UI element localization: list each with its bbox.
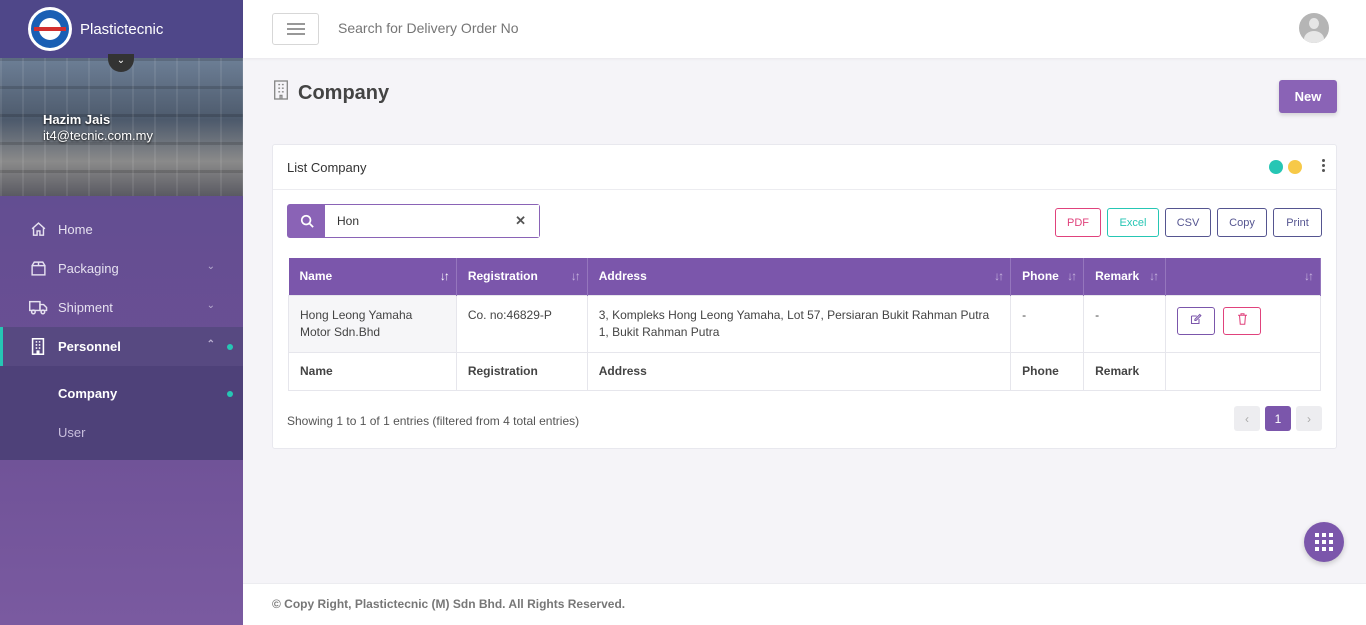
chevron-down-icon[interactable]: ⌄ [108,54,134,72]
next-page-button[interactable]: › [1296,406,1322,431]
building-icon [272,80,290,106]
building-icon [28,337,48,357]
table-search-input[interactable] [325,205,539,237]
chevron-down-icon: ⌄ [206,300,215,311]
brand-logo [28,7,72,51]
brand[interactable]: Plastictecnic [0,0,243,58]
profile-email: it4@tecnic.com.my [43,128,153,143]
hamburger-icon [286,23,305,35]
refresh-circle-button[interactable] [1269,160,1283,174]
table-search: ✕ [287,204,540,238]
column-header-actions[interactable]: ↓↑ [1165,258,1321,295]
card-title: List Company [287,160,367,175]
page-title: Company [272,80,389,106]
chevron-down-icon: ⌄ [206,261,215,272]
profile-name: Hazim Jais [43,112,111,127]
sidebar-menu: Home Packaging ⌄ Shipment ⌄ Personnel ⌃ [0,196,243,460]
personnel-submenu: Company User [0,366,243,460]
cell-registration: Co. no:46829-P [455,294,588,353]
card-header: List Company [273,145,1336,190]
cell-phone: - [1010,294,1085,353]
prev-page-button[interactable]: ‹ [1234,406,1260,431]
cell-address: 3, Kompleks Hong Leong Yamaha, Lot 57, P… [586,294,1012,353]
delete-button[interactable] [1223,306,1262,335]
column-header-registration[interactable]: Registration ↓↑ [456,258,588,295]
column-header-remark[interactable]: Remark ↓↑ [1083,258,1167,295]
sidebar-item-label: Shipment [58,300,113,315]
sidebar-item-shipment[interactable]: Shipment ⌄ [0,288,243,327]
active-indicator [227,343,233,350]
sidebar-subitem-label: Company [58,386,118,401]
active-indicator [227,390,233,397]
table-footer-row: Name Registration Address Phone Remark [288,351,1321,391]
sort-icon: ↓↑ [1304,269,1314,283]
collapse-circle-button[interactable] [1288,160,1302,174]
clear-icon[interactable]: ✕ [515,213,526,229]
cell-remark: - [1083,294,1167,353]
sidebar-item-label: Personnel [58,339,121,354]
sidebar-item-label: Packaging [58,261,119,276]
footer-actions [1165,351,1321,391]
sidebar-subitem-label: User [58,425,86,440]
export-buttons: PDF Excel CSV Copy Print [1055,208,1322,237]
sidebar-item-label: Home [58,222,93,237]
delivery-order-search-input[interactable] [338,20,658,36]
footer: © Copy Right, Plastictecnic (M) Sdn Bhd.… [243,583,1366,625]
sidebar-item-home[interactable]: Home [0,210,243,249]
new-button[interactable]: New [1279,80,1337,113]
edit-icon [1191,313,1202,324]
sort-icon: ↓↑ [994,269,1004,283]
sort-icon: ↓↑ [439,269,450,283]
edit-button[interactable] [1177,306,1216,335]
sidebar-subitem-company[interactable]: Company [0,374,243,413]
company-table: Name ↓↑ Registration ↓↑ Address ↓↑ Phone ↓↑ … [288,258,1321,391]
avatar[interactable] [1299,13,1329,43]
trash-icon [1237,312,1247,325]
home-icon [28,220,48,240]
cell-name: Hong Leong Yamaha Motor Sdn.Bhd [288,294,457,353]
topbar [243,0,1366,58]
sort-icon: ↓↑ [570,269,581,283]
sidebar-item-personnel[interactable]: Personnel ⌃ [0,327,243,366]
print-button[interactable]: Print [1273,208,1322,237]
pdf-button[interactable]: PDF [1055,208,1101,237]
footer-name: Name [288,351,457,391]
brand-name: Plastictecnic [80,20,164,38]
page-number-button[interactable]: 1 [1265,406,1291,431]
table-row: Hong Leong Yamaha Motor Sdn.Bhd Co. no:4… [288,294,1321,353]
footer-registration: Registration [455,351,588,391]
copy-button[interactable]: Copy [1217,208,1267,237]
sort-icon: ↓↑ [1067,269,1077,283]
sidebar-subitem-user[interactable]: User [0,413,243,452]
footer-address: Address [586,351,1012,391]
footer-remark: Remark [1083,351,1167,391]
table-header-row: Name ↓↑ Registration ↓↑ Address ↓↑ Phone ↓↑ … [288,258,1321,295]
sidebar: Plastictecnic ⌄ Hazim Jais it4@tecnic.co… [0,0,243,625]
excel-button[interactable]: Excel [1107,208,1159,237]
column-header-phone[interactable]: Phone ↓↑ [1010,258,1085,295]
pagination: ‹ 1 › [1234,406,1322,431]
sort-icon: ↓↑ [1149,269,1159,283]
page-title-text: Company [298,81,390,104]
package-icon [28,259,48,279]
menu-toggle-button[interactable] [272,13,319,45]
footer-phone: Phone [1010,351,1085,391]
company-list-card: List Company ✕ PDF Excel CSV Copy Print … [272,144,1337,449]
more-options-icon[interactable] [1322,159,1326,174]
column-header-address[interactable]: Address ↓↑ [587,258,1012,295]
column-header-name[interactable]: Name ↓↑ [288,258,457,295]
csv-button[interactable]: CSV [1165,208,1211,237]
search-icon[interactable] [288,205,325,237]
table-info: Showing 1 to 1 of 1 entries (filtered fr… [287,414,580,428]
cell-actions [1165,294,1321,353]
copyright-text: © Copy Right, Plastictecnic (M) Sdn Bhd.… [272,597,626,611]
chevron-up-icon: ⌃ [206,339,215,350]
sidebar-item-packaging[interactable]: Packaging ⌄ [0,249,243,288]
truck-icon [28,298,48,318]
apps-grid-button[interactable] [1304,522,1344,562]
profile-panel: ⌄ Hazim Jais it4@tecnic.com.my [0,54,243,196]
